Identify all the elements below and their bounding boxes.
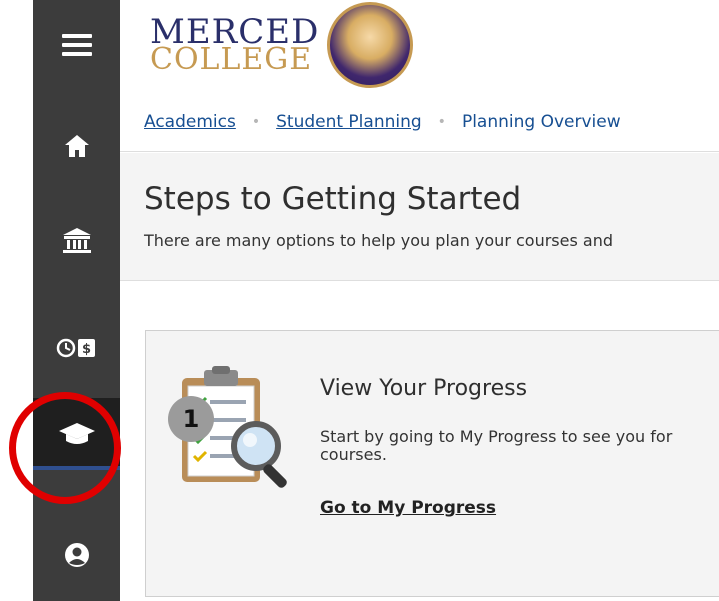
left-sidebar: $ [33,0,120,601]
user-circle-icon [64,543,89,567]
financial-button[interactable] [33,212,120,270]
student-planning-nav-button[interactable] [33,398,120,470]
logo-line2: COLLEGE [150,42,313,77]
step-description: Start by going to My Progress to see you… [320,427,673,465]
go-to-my-progress-link[interactable]: Go to My Progress [320,498,496,518]
breadcrumb-separator: • [251,113,261,130]
college-crest-icon [327,2,414,88]
breadcrumb: Academics • Student Planning • Planning … [120,92,719,152]
merced-college-logo[interactable]: MERCED COLLEGE [150,0,414,90]
bank-icon [62,228,91,253]
svg-text:$: $ [81,342,90,357]
home-button[interactable] [33,120,120,172]
breadcrumb-student-planning[interactable]: Student Planning [276,112,422,132]
step-number-badge: 1 [168,396,214,442]
page-title: Steps to Getting Started [144,181,522,217]
hamburger-menu-button[interactable] [33,20,120,70]
breadcrumb-planning-overview: Planning Overview [461,111,621,132]
home-icon [64,135,89,157]
active-indicator-bar [33,466,120,470]
logo-wordmark: MERCED COLLEGE [150,15,319,75]
page-subtitle: There are many options to help you plan … [144,231,613,250]
time-pay-button[interactable]: $ [33,320,120,376]
breadcrumb-separator: • [437,113,446,130]
breadcrumb-academics[interactable]: Academics [144,112,236,132]
graduation-cap-icon [58,423,95,444]
step-title: View Your Progress [320,376,528,401]
main-content: Academics • Student Planning • Planning … [120,92,719,601]
user-profile-button[interactable] [33,530,120,580]
hamburger-menu-icon [61,34,92,56]
clock-dollar-icon: $ [56,338,95,358]
page-header: Steps to Getting Started There are many … [120,153,719,281]
